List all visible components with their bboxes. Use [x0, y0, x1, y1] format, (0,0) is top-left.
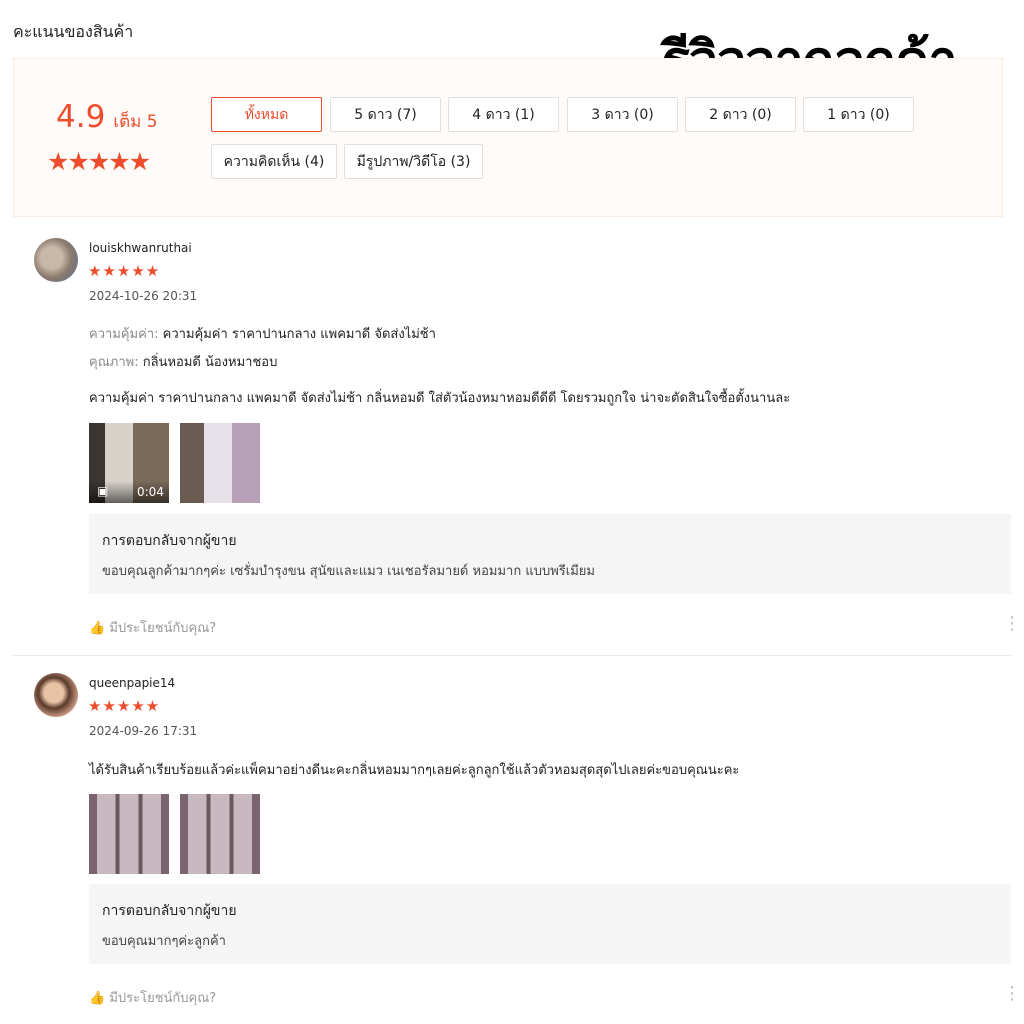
review-date: 2024-10-26 20:31	[89, 289, 198, 303]
filter-2-stars[interactable]: 2 ดาว (0)	[685, 97, 796, 132]
rating-score-max: เต็ม 5	[113, 112, 158, 132]
helpful-label: มีประโยชน์กับคุณ?	[109, 621, 217, 636]
attribute-value: ความคุ้มค่า ราคาปานกลาง แพคมาดี จัดส่งไม…	[162, 327, 436, 342]
review-comment: ความคุ้มค่า ราคาปานกลาง แพคมาดี จัดส่งไม…	[89, 391, 791, 406]
overview-stars: ★★★★★	[47, 147, 151, 176]
review-attribute-value: ความคุ้มค่า: ความคุ้มค่า ราคาปานกลาง แพค…	[89, 323, 436, 344]
attribute-key: คุณภาพ:	[89, 355, 139, 370]
filter-all[interactable]: ทั้งหมด	[211, 97, 322, 132]
review-username: queenpapie14	[89, 676, 176, 690]
seller-reply-title: การตอบกลับจากผู้ขาย	[102, 533, 237, 549]
section-title: คะแนนของสินค้า	[13, 22, 134, 41]
rating-score-value: 4.9	[56, 99, 106, 135]
seller-reply-title: การตอบกลับจากผู้ขาย	[102, 903, 237, 919]
more-options-icon[interactable]: ⋮	[1003, 985, 1021, 1003]
review-stars: ★★★★★	[88, 697, 161, 715]
seller-reply: การตอบกลับจากผู้ขาย ขอบคุณลูกค้ามากๆค่ะ …	[89, 514, 1011, 594]
video-duration: 0:04	[137, 485, 164, 499]
thumbs-up-icon: 👍	[89, 621, 106, 636]
review-date: 2024-09-26 17:31	[89, 724, 198, 738]
helpful-button[interactable]: 👍 มีประโยชน์กับคุณ?	[89, 987, 216, 1008]
review-attribute-quality: คุณภาพ: กลิ่นหอมดี น้องหมาชอบ	[89, 351, 277, 372]
attribute-key: ความคุ้มค่า:	[89, 327, 159, 342]
review-photo-thumbnail[interactable]	[180, 423, 260, 503]
seller-reply-text: ขอบคุณมากๆค่ะลูกค้า	[102, 934, 226, 949]
attribute-value: กลิ่นหอมดี น้องหมาชอบ	[142, 355, 278, 370]
review-divider	[13, 655, 1011, 656]
review-video-thumbnail[interactable]: ▣ 0:04	[89, 423, 169, 503]
helpful-button[interactable]: 👍 มีประโยชน์กับคุณ?	[89, 617, 216, 638]
review-username: louiskhwanruthai	[89, 241, 192, 255]
video-camera-icon: ▣	[97, 484, 109, 498]
review-comment: ได้รับสินค้าเรียบร้อยแล้วค่ะแพ็คมาอย่างด…	[89, 763, 740, 778]
filter-3-stars[interactable]: 3 ดาว (0)	[567, 97, 678, 132]
filter-5-stars[interactable]: 5 ดาว (7)	[330, 97, 441, 132]
helpful-label: มีประโยชน์กับคุณ?	[109, 991, 217, 1006]
review-photo-thumbnail[interactable]	[180, 794, 260, 874]
filter-4-stars[interactable]: 4 ดาว (1)	[448, 97, 559, 132]
review-photo-thumbnail[interactable]	[89, 794, 169, 874]
seller-reply-text: ขอบคุณลูกค้ามากๆค่ะ เซรั่มบำรุงขน สุนัขแ…	[102, 564, 595, 579]
thumbs-up-icon: 👍	[89, 991, 106, 1006]
avatar[interactable]	[34, 238, 78, 282]
seller-reply: การตอบกลับจากผู้ขาย ขอบคุณมากๆค่ะลูกค้า	[89, 884, 1011, 964]
avatar[interactable]	[34, 673, 78, 717]
filter-with-media[interactable]: มีรูปภาพ/วิดีโอ (3)	[344, 144, 483, 179]
filter-1-star[interactable]: 1 ดาว (0)	[803, 97, 914, 132]
rating-overview: 4.9 เต็ม 5 ★★★★★ ทั้งหมด 5 ดาว (7) 4 ดาว…	[13, 58, 1003, 217]
more-options-icon[interactable]: ⋮	[1003, 615, 1021, 633]
filter-with-comments[interactable]: ความคิดเห็น (4)	[211, 144, 337, 179]
rating-score: 4.9 เต็ม 5	[56, 99, 158, 135]
review-stars: ★★★★★	[88, 262, 161, 280]
